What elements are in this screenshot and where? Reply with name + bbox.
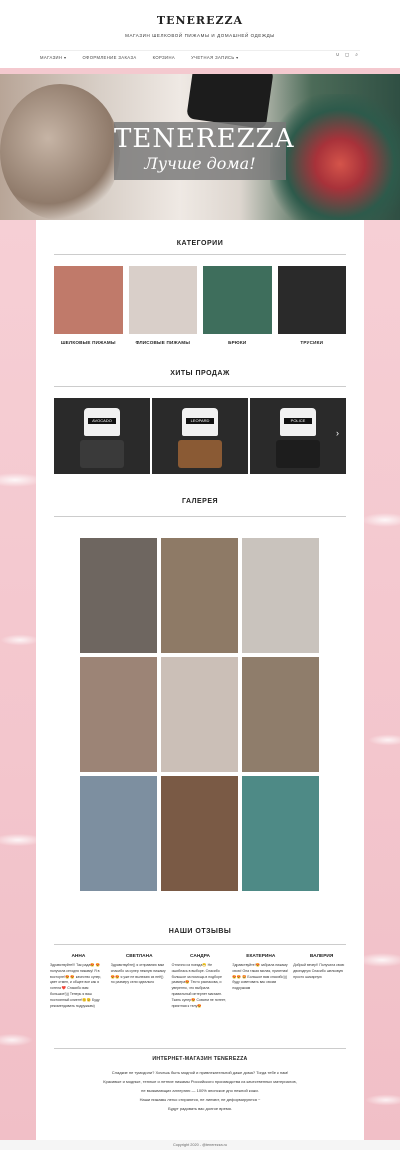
category-label[interactable]: ТРУСИКИ xyxy=(278,340,347,345)
review-author: АННА xyxy=(71,954,86,959)
carousel-next-icon[interactable]: › xyxy=(336,428,339,438)
review-text: Здравствуйте!!! Так рада😍 😍 получила сег… xyxy=(50,963,102,1008)
reviews-list: АННА Здравствуйте!!! Так рада😍 😍 получил… xyxy=(50,954,350,1009)
review-card: АННА Здравствуйте!!! Так рада😍 😍 получил… xyxy=(50,954,107,1009)
about-line: Красивые и модные, теплые и летние пижам… xyxy=(103,1079,297,1084)
category-fleece[interactable]: ФЛИСОВЫЕ ПИЖАМЫ xyxy=(128,266,198,345)
category-label[interactable]: ШЕЛКОВЫЕ ПИЖАМЫ xyxy=(54,340,123,345)
main-content: КАТЕГОРИИ ШЕЛКОВЫЕ ПИЖАМЫ ФЛИСОВЫЕ ПИЖАМ… xyxy=(36,220,364,1140)
gallery-photo[interactable] xyxy=(242,538,319,653)
gallery-photo[interactable] xyxy=(242,776,319,891)
hits-carousel: AVOCADO LEOPARD POLICE xyxy=(54,398,346,474)
product-shorts xyxy=(178,440,222,468)
gallery-title: ГАЛЕРЕЯ xyxy=(181,498,219,505)
hero-photo-left xyxy=(0,84,120,220)
gallery-photo[interactable] xyxy=(161,538,238,653)
product-print: LEOPARD xyxy=(186,418,214,424)
review-text: Добрый вечер!! Получила свою двоездную С… xyxy=(293,963,345,979)
review-card: СВЕТЛАНА Здравствуйте)) я отправляю вам … xyxy=(111,954,168,1009)
about-line: Сладкие не тумсдили? Хочешь быть модной … xyxy=(111,1070,289,1075)
review-author: ЕКАТЕРИНА xyxy=(246,954,276,959)
review-text: Отлично из поезда😁 Не ошиблась в выборе.… xyxy=(171,963,226,1008)
product-shorts xyxy=(276,440,320,468)
product-card[interactable]: AVOCADO xyxy=(54,398,150,474)
category-image[interactable] xyxy=(128,266,197,334)
review-author: САНДРА xyxy=(190,954,210,959)
category-label[interactable]: БРЮКИ xyxy=(203,340,272,345)
gallery-grid xyxy=(80,538,320,891)
category-silk[interactable]: ШЕЛКОВЫЕ ПИЖАМЫ xyxy=(54,266,123,345)
about-line: Будут радовать вас долгое время. xyxy=(168,1106,232,1111)
product-card[interactable]: LEOPARD xyxy=(152,398,248,474)
category-image[interactable] xyxy=(277,266,346,334)
gallery-photo[interactable] xyxy=(80,657,157,772)
nav-icons: ʋ ◻ ⌕ xyxy=(336,52,358,58)
about-line: Наши пижамы легко стираются, не линяют, … xyxy=(139,1097,261,1102)
divider xyxy=(54,516,346,517)
divider xyxy=(54,944,346,945)
gallery-photo[interactable] xyxy=(242,657,319,772)
review-author: СВЕТЛАНА xyxy=(125,954,153,959)
review-card: САНДРА Отлично из поезда😁 Не ошиблась в … xyxy=(172,954,229,1009)
review-text: Здравствуйте!😍 забрала пижаму свою! Она … xyxy=(232,963,289,991)
footer-copyright: Copyright 2020 - @tenerezza.ru xyxy=(0,1140,400,1150)
nav-cart[interactable]: КОРЗИНА xyxy=(153,55,176,60)
review-text: Здравствуйте)) я отправляю вам спасибо з… xyxy=(110,963,166,985)
about-text: Сладкие не тумсдили? Хочешь быть модной … xyxy=(36,1068,364,1113)
nav-checkout[interactable]: ОФОРМЛЕНИЕ ЗАКАЗА xyxy=(82,55,136,60)
category-list: ШЕЛКОВЫЕ ПИЖАМЫ ФЛИСОВЫЕ ПИЖАМЫ БРЮКИ ТР… xyxy=(54,266,346,345)
nav-account[interactable]: УЧЕТНАЯ ЗАПИСЬ ▾ xyxy=(191,55,239,60)
gallery-photo[interactable] xyxy=(161,776,238,891)
hero-title-box: TENEREZZA Лучше дома! xyxy=(114,122,295,180)
about-line: не вызывающих аллергию — 100% японское д… xyxy=(141,1088,259,1093)
hero-title: TENEREZZA xyxy=(114,124,295,154)
category-pants[interactable]: БРЮКИ xyxy=(203,266,272,345)
review-author: ВАЛЕРИЯ xyxy=(309,954,334,959)
hero-subtitle: Лучше дома! xyxy=(144,154,256,173)
category-label[interactable]: ФЛИСОВЫЕ ПИЖАМЫ xyxy=(129,340,198,345)
category-image[interactable] xyxy=(203,266,272,334)
divider xyxy=(54,1048,346,1049)
about-title: ИНТЕРНЕТ-МАГАЗИН TENEREZZA xyxy=(152,1056,248,1062)
hits-title: ХИТЫ ПРОДАЖ xyxy=(170,370,230,377)
product-card[interactable]: POLICE xyxy=(250,398,346,474)
review-card: ВАЛЕРИЯ Добрый вечер!! Получила свою дво… xyxy=(293,954,350,1009)
categories-title: КАТЕГОРИИ xyxy=(176,240,224,247)
divider xyxy=(54,254,346,255)
main-nav: МАГАЗИН ▾ ОФОРМЛЕНИЕ ЗАКАЗА КОРЗИНА УЧЕТ… xyxy=(40,50,360,64)
nav-shop[interactable]: МАГАЗИН ▾ xyxy=(40,55,66,60)
search-icon[interactable]: ⌕ xyxy=(355,52,358,58)
site-logo[interactable]: TENEREZZA xyxy=(0,14,400,27)
site-tagline: МАГАЗИН ШЕЛКОВОЙ ПИЖАМЫ И ДОМАШНЕЙ ОДЕЖД… xyxy=(125,33,275,38)
review-card: ЕКАТЕРИНА Здравствуйте!😍 забрала пижаму … xyxy=(232,954,289,1009)
product-print: POLICE xyxy=(284,418,312,424)
site-header: TENEREZZA МАГАЗИН ШЕЛКОВОЙ ПИЖАМЫ И ДОМА… xyxy=(0,0,400,68)
hero-photo-right xyxy=(270,94,400,220)
reviews-title: НАШИ ОТЗЫВЫ xyxy=(168,928,232,935)
product-print: AVOCADO xyxy=(88,418,116,424)
hero-photo-middle xyxy=(186,74,274,130)
gallery-photo[interactable] xyxy=(80,538,157,653)
category-image[interactable] xyxy=(54,266,123,334)
instagram-icon[interactable]: ◻ xyxy=(345,52,349,58)
divider xyxy=(54,386,346,387)
category-panties[interactable]: ТРУСИКИ xyxy=(277,266,347,345)
hero-banner: TENEREZZA Лучше дома! xyxy=(0,74,400,220)
product-shorts xyxy=(80,440,124,468)
vk-icon[interactable]: ʋ xyxy=(336,52,339,58)
gallery-photo[interactable] xyxy=(80,776,157,891)
gallery-photo[interactable] xyxy=(161,657,238,772)
